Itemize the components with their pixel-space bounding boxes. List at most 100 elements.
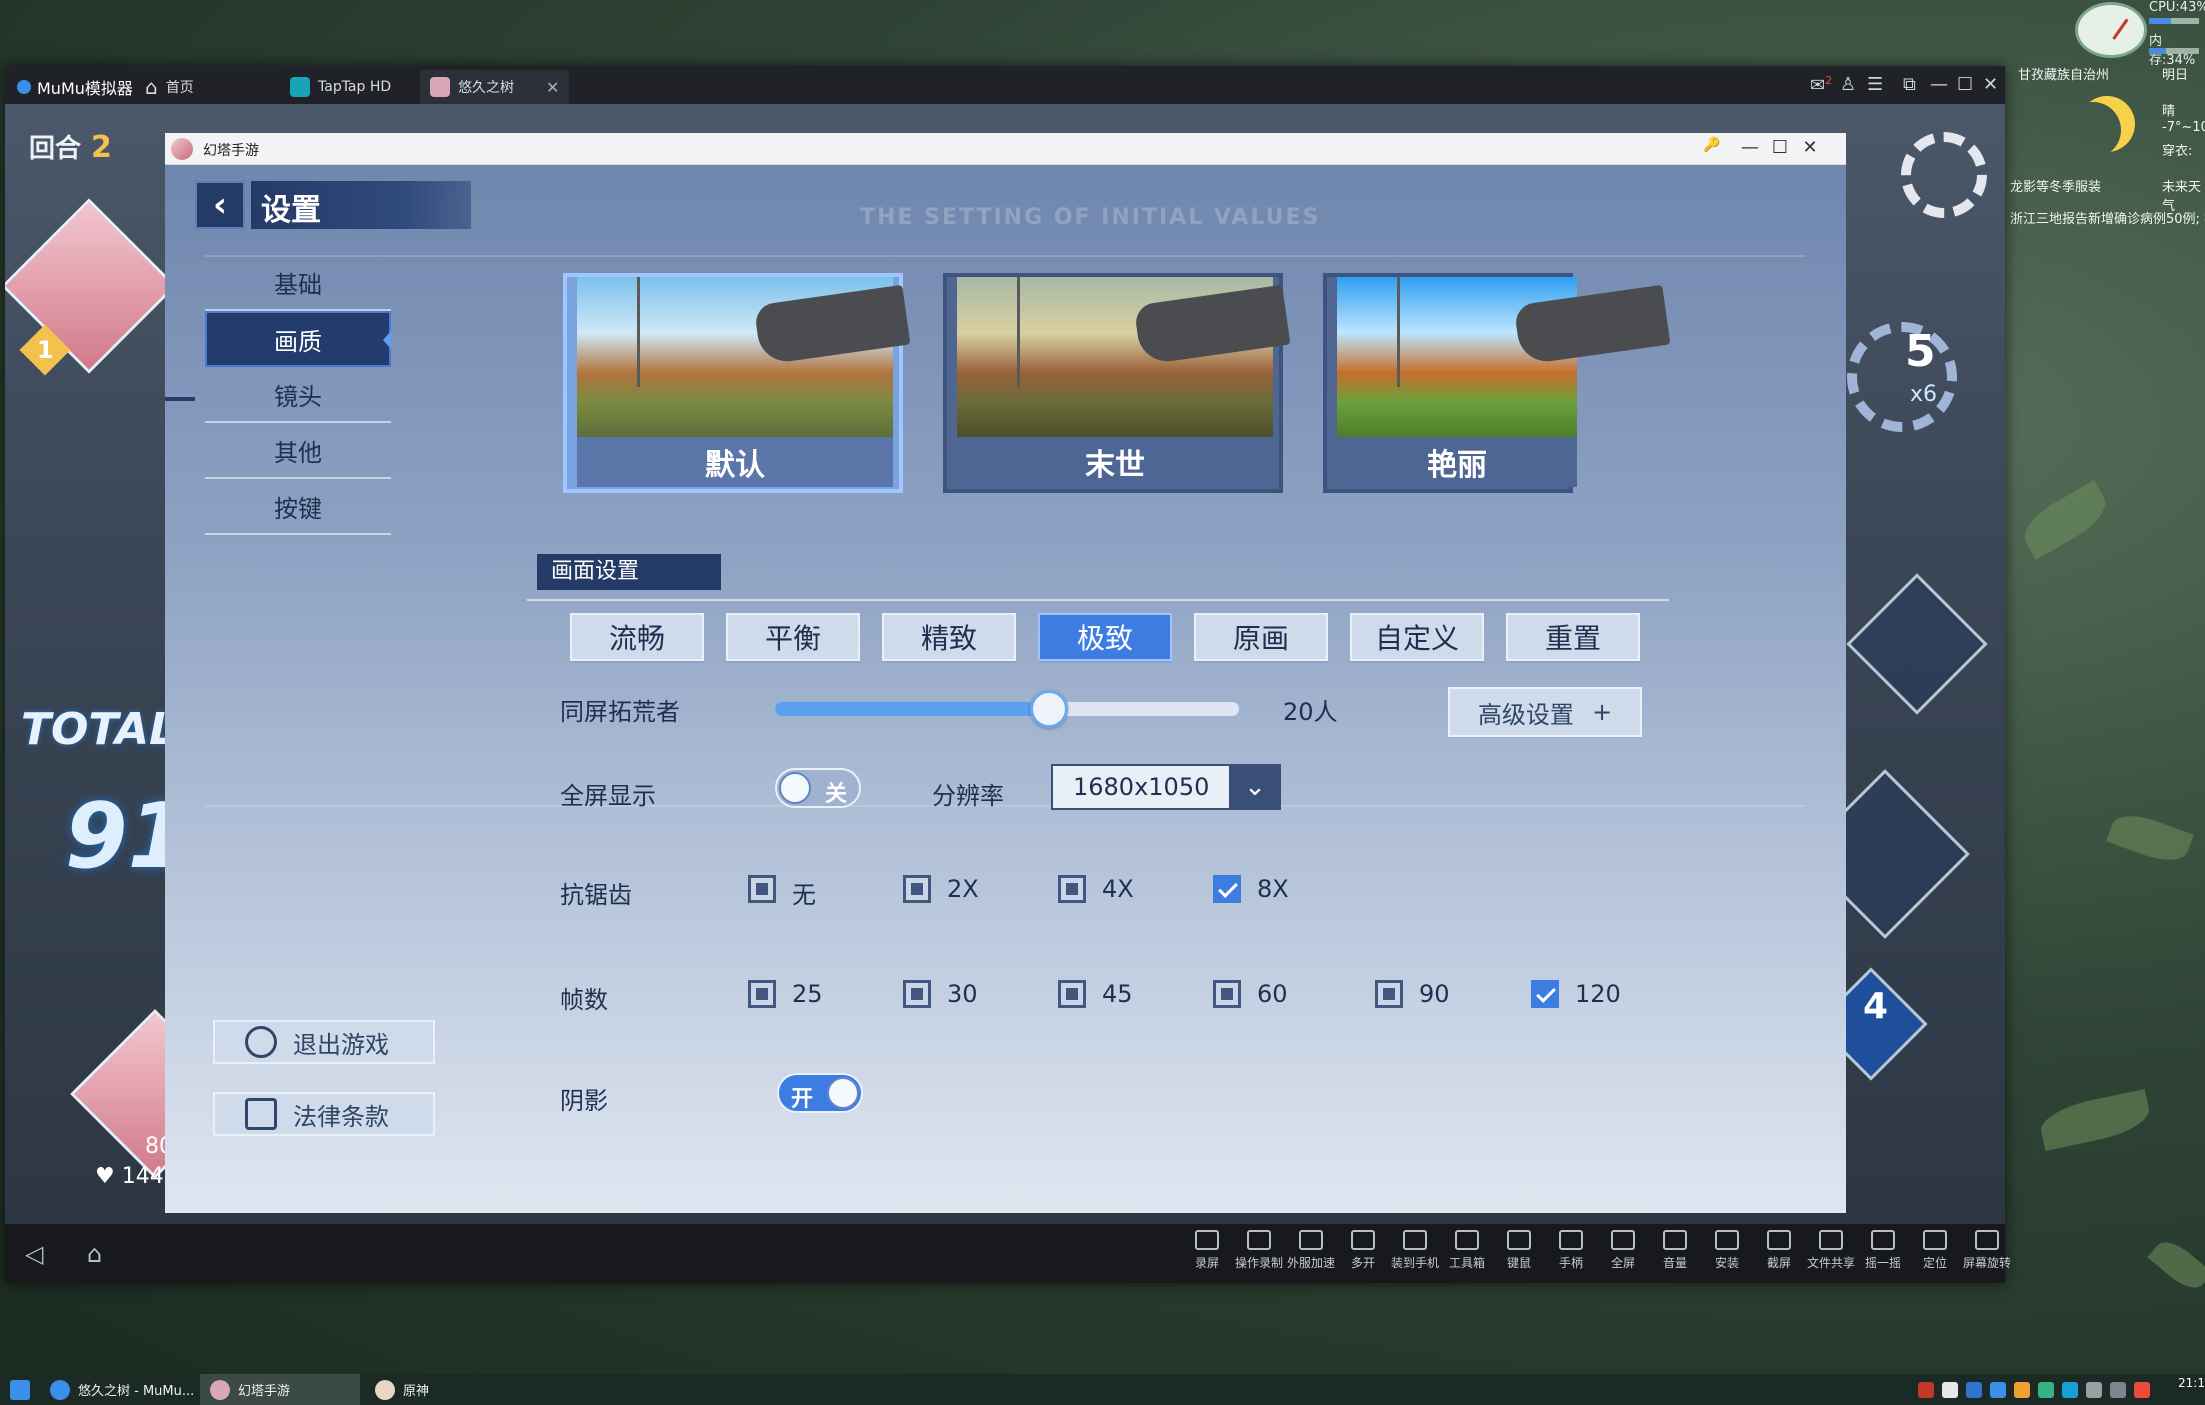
fps-120-checkbox[interactable] [1531,980,1559,1008]
tray-icon[interactable] [1918,1382,1934,1398]
clock[interactable]: 21:1 [2178,1376,2205,1390]
news-ticker[interactable]: 浙江三地报告新增确诊病例50例; 初中 [2010,208,2205,227]
gear-icon[interactable] [1901,132,1987,218]
preset-vivid[interactable]: 艳丽 [1323,273,1577,493]
back-button[interactable]: ‹ [195,181,245,229]
toolbar-button[interactable]: 多开 [1338,1230,1388,1271]
toolbar-label: 外服加速 [1286,1256,1335,1270]
toolbar-button[interactable]: 工具箱 [1442,1230,1492,1271]
mail-taskbar-icon[interactable] [0,1374,40,1405]
nav-item-other[interactable]: 其他 [205,423,391,479]
toolbar-button[interactable]: 操作录制 [1234,1230,1284,1271]
toolbar-button[interactable]: 键鼠 [1494,1230,1544,1271]
nav-item-keys[interactable]: 按键 [205,479,391,535]
aa-8x-checkbox[interactable] [1213,875,1241,903]
close-button[interactable]: ✕ [1796,137,1824,158]
quality-balanced-button[interactable]: 平衡 [726,613,860,661]
toolbar-label: 截屏 [1766,1256,1791,1270]
bg-watermark: THE SETTING OF INITIAL VALUES [860,205,1321,230]
tab-home[interactable]: ⌂ 首页 [135,70,204,104]
taskbar-item-genshin[interactable]: 原神 [365,1374,439,1405]
preset-apocalypse[interactable]: 末世 [943,273,1283,493]
fps-30-checkbox[interactable] [903,980,931,1008]
nav-item-graphics[interactable]: 画质 [205,311,391,367]
toolbar-button[interactable]: 屏幕旋转 [1962,1230,2012,1271]
maximize-icon[interactable]: ☐ [1957,74,1973,95]
location-label[interactable]: 甘孜藏族自治州 [2018,64,2109,83]
detach-icon[interactable]: ⧉ [1903,74,1916,95]
tray-icon[interactable] [2086,1382,2102,1398]
toolbar-button[interactable]: 全屏 [1598,1230,1648,1271]
close-icon[interactable]: ✕ [546,78,559,97]
skill-cooldown-icon[interactable] [1847,322,1957,432]
tray-icon[interactable] [2014,1382,2030,1398]
home-icon: ⌂ [145,75,158,99]
toolbar-button[interactable]: 文件共享 [1806,1230,1856,1271]
toolbar-button[interactable]: 外服加速 [1286,1230,1336,1271]
nav-item-basic[interactable]: 基础 [205,255,391,311]
fps-45-checkbox[interactable] [1058,980,1086,1008]
preset-default[interactable]: 默认 [563,273,903,493]
chevron-down-icon[interactable]: ⌄ [1229,764,1281,810]
pin-icon[interactable]: 🔑 [1698,137,1726,153]
resolution-value: 1680x1050 [1073,773,1210,801]
toolbar-icon [1715,1230,1739,1250]
preset-thumbnail [957,277,1273,437]
nav-item-camera[interactable]: 镜头 [205,367,391,423]
tray-icon[interactable] [2134,1382,2150,1398]
toolbar-button[interactable]: 摇一摇 [1858,1230,1908,1271]
promo-text[interactable]: 龙影等冬季服装 [2010,176,2101,195]
tray-icon[interactable] [2062,1382,2078,1398]
toolbar-label: 装到手机 [1390,1256,1439,1270]
emulator-logo: MuMu模拟器 [17,75,133,99]
shield-icon[interactable] [1966,1382,1982,1398]
tray-icon[interactable] [2038,1382,2054,1398]
maximize-button[interactable]: ☐ [1766,137,1794,158]
players-slider[interactable] [775,690,1239,728]
quality-ultra-button[interactable]: 极致 [1038,613,1172,661]
aa-4x-checkbox[interactable] [1058,875,1086,903]
tray-icon[interactable] [1990,1382,2006,1398]
toolbar-button[interactable]: 安装 [1702,1230,1752,1271]
back-nav-icon[interactable]: ◁ [25,1240,43,1268]
quality-custom-button[interactable]: 自定义 [1350,613,1484,661]
quality-reset-button[interactable]: 重置 [1506,613,1640,661]
toolbar-button[interactable]: 手柄 [1546,1230,1596,1271]
fps-60-checkbox[interactable] [1213,980,1241,1008]
tray-icon[interactable] [2110,1382,2126,1398]
home-nav-icon[interactable]: ⌂ [87,1240,102,1268]
quality-fine-button[interactable]: 精致 [882,613,1016,661]
taskbar-item-mumu[interactable]: 悠久之树 - MuMu... [40,1374,204,1405]
legal-terms-button[interactable]: 法律条款 [213,1092,435,1136]
mail-icon[interactable]: ✉2 [1810,74,1832,96]
resolution-select[interactable]: 1680x1050 ⌄ [1051,764,1281,810]
button-label: 退出游戏 [293,1030,389,1059]
toolbar-button[interactable]: 定位 [1910,1230,1960,1271]
toolbar-button[interactable]: 录屏 [1182,1230,1232,1271]
slider-thumb[interactable] [1029,690,1068,728]
aa-none-checkbox[interactable] [748,875,776,903]
minimize-button[interactable]: — [1736,137,1764,158]
tab-game[interactable]: 悠久之树 ✕ [420,70,570,104]
quality-original-button[interactable]: 原画 [1194,613,1328,661]
cpu-label: CPU:43% [2149,0,2205,15]
toolbar-button[interactable]: 装到手机 [1390,1230,1440,1271]
taskbar-item-tower[interactable]: 幻塔手游 [200,1374,360,1405]
aa-2x-checkbox[interactable] [903,875,931,903]
close-icon[interactable]: ✕ [1983,74,1998,95]
fps-90-checkbox[interactable] [1375,980,1403,1008]
quality-smooth-button[interactable]: 流畅 [570,613,704,661]
tray-icon[interactable] [1942,1382,1958,1398]
shadow-toggle[interactable]: 开 [777,1073,863,1113]
fps-25-checkbox[interactable] [748,980,776,1008]
user-icon[interactable]: ♙ [1840,74,1856,95]
toolbar-button[interactable]: 截屏 [1754,1230,1804,1271]
toolbar-button[interactable]: 音量 [1650,1230,1700,1271]
menu-icon[interactable]: ☰ [1867,74,1883,95]
exit-game-button[interactable]: 退出游戏 [213,1020,435,1064]
fullscreen-toggle[interactable]: 关 [775,768,861,808]
advanced-settings-button[interactable]: 高级设置 + [1448,687,1642,737]
taskbar-label: 悠久之树 - MuMu... [78,1384,195,1399]
minimize-icon[interactable]: — [1930,74,1948,95]
potion-icon[interactable] [1846,573,1988,715]
